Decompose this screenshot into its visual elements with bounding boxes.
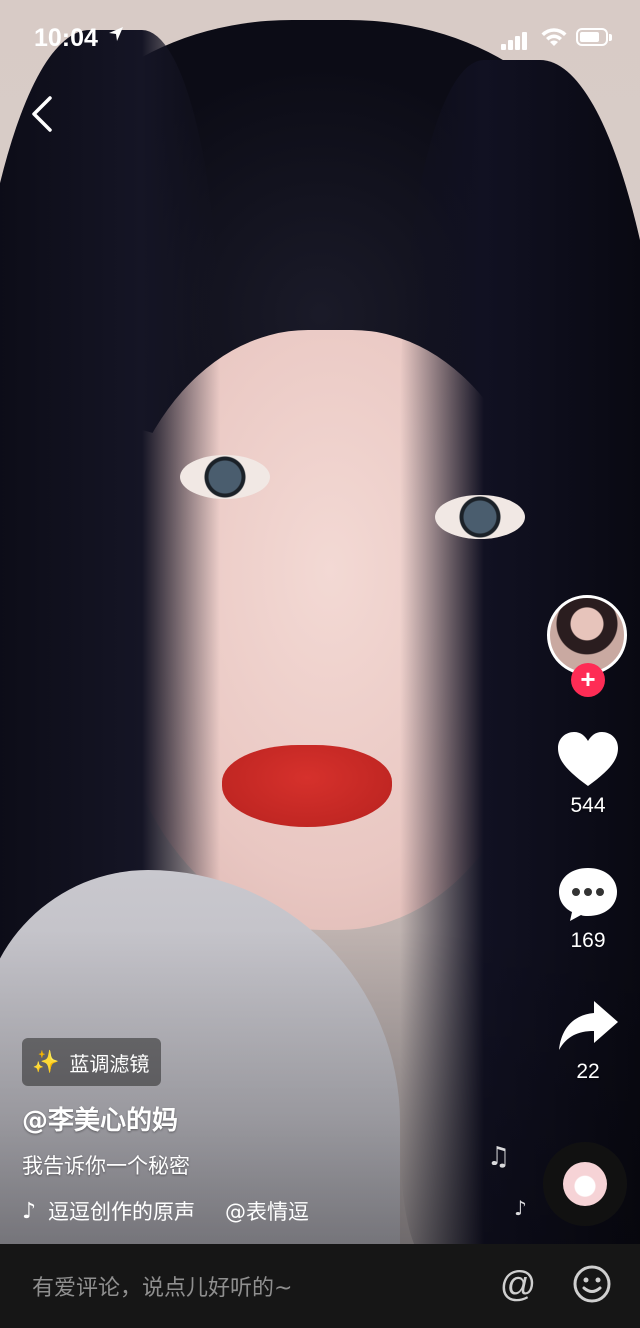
music-title-a: 逗逗创作的原声 [48,1200,196,1224]
battery-icon [576,28,612,48]
sparkle-wand-icon: ✨ [32,1049,60,1075]
status-bar: 10:04 [0,0,640,80]
mention-button[interactable]: @ [498,1264,538,1304]
music-marquee[interactable]: ♪ 逗逗创作的原声 @表情逗 [22,1196,362,1226]
comment-count: 169 [570,929,606,952]
chevron-left-icon [32,96,52,132]
heart-icon [558,732,618,786]
emoji-button[interactable] [572,1264,612,1304]
follow-button[interactable]: + [571,663,605,697]
share-button[interactable]: 22 [545,998,631,1084]
filter-tag[interactable]: ✨ 蓝调滤镜 [22,1038,162,1086]
comment-button[interactable]: 169 [545,865,631,953]
comment-input[interactable]: 有爱评论，说点儿好听的~ [32,1270,292,1302]
share-count: 22 [576,1060,600,1083]
tiktok-logo-icon: ♪ [22,1198,37,1224]
music-note-icon: ♫ [487,1142,511,1172]
music-note-icon: ♪ [514,1196,527,1220]
like-count: 544 [570,794,606,817]
share-arrow-icon [559,1001,618,1050]
like-button[interactable]: 544 [545,730,631,818]
comment-bubble-icon [559,868,617,921]
cellular-signal-icon [501,30,531,50]
back-button[interactable] [26,92,62,136]
comment-bar: 有爱评论，说点儿好听的~ @ [0,1244,640,1328]
music-title: 逗逗创作的原声 @表情逗 [48,1196,309,1226]
music-cover [563,1162,607,1206]
author-name[interactable]: @李美心的妈 [22,1100,178,1137]
filter-label: 蓝调滤镜 [69,1051,150,1076]
location-arrow-icon [108,26,124,47]
music-title-b: @表情逗 [225,1200,310,1224]
music-disc-button[interactable] [543,1142,627,1226]
smiley-icon [573,1265,611,1303]
wifi-icon [540,26,568,48]
video-screen[interactable]: 10:04 + 544 169 22 ♫ ♪ ✨ 蓝调滤镜 @李美心的妈 我告诉… [0,0,640,1328]
video-description: 我告诉你一个秘密 [22,1154,190,1178]
status-time: 10:04 [34,24,98,52]
